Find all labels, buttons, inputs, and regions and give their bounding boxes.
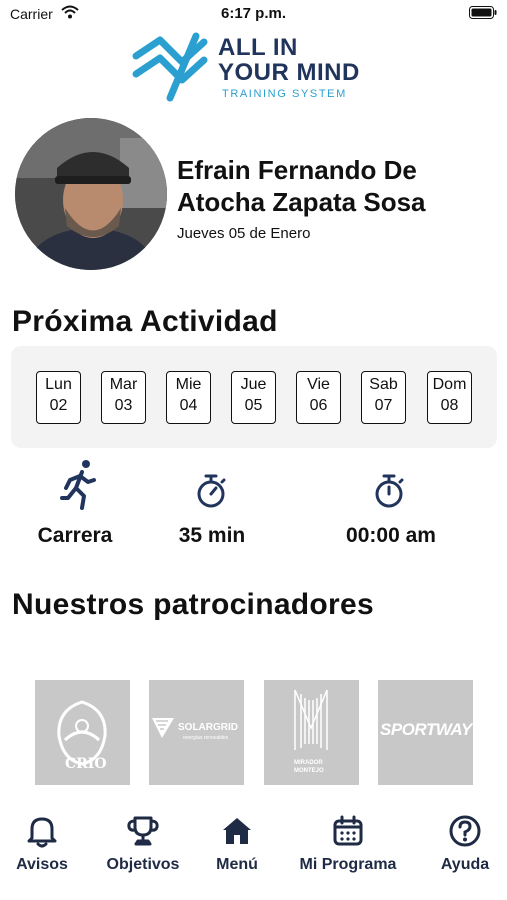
help-icon [449,815,481,847]
sponsor-name: SOLARGRID [178,722,238,733]
calendar-icon [333,815,363,846]
home-icon [223,818,251,844]
tab-avisos[interactable]: Avisos [8,814,76,874]
logo-title-line1: ALL IN [218,34,298,61]
sponsor-name: CRIO [65,756,107,772]
day-name: Dom [432,376,467,393]
profile-date: Jueves 05 de Enero [177,225,311,242]
sponsor-solargrid[interactable]: SOLARGRID energías renovables [149,680,244,785]
day-name: Sab [369,376,398,393]
tab-label: Objetivos [106,856,180,873]
sponsor-tagline: energías renovables [183,735,229,741]
day-number: 06 [309,397,328,414]
status-bar: Carrier 6:17 p.m. [0,0,507,28]
sponsor-mirador-montejo[interactable]: MIRADOR MONTEJO [264,680,359,785]
brand-logo: ALL IN YOUR MIND TRAINING SYSTEM [130,28,380,106]
tab-label: Mi Programa [299,856,397,873]
activity-type: Carrera [37,524,113,547]
runner-icon [60,460,96,510]
logo-subtitle: TRAINING SYSTEM [222,88,347,100]
tab-mi-programa[interactable]: Mi Programa [294,814,402,874]
day-mar[interactable]: Mar 03 [101,371,146,424]
day-name: Lun [45,376,72,393]
day-number: 05 [244,397,263,414]
activity-duration: 35 min [178,524,246,547]
sponsor-crio[interactable]: CRIO [35,680,130,785]
stopwatch-icon [197,474,226,508]
day-dom[interactable]: Dom 08 [427,371,472,424]
logo-mark-icon [132,32,208,102]
sponsor-name-line2: MONTEJO [294,768,324,774]
clock-icon [375,474,404,508]
day-jue[interactable]: Jue 05 [231,371,276,424]
logo-title-line2: YOUR MIND [218,59,360,86]
avatar[interactable] [15,118,167,270]
day-name: Vie [307,376,330,393]
day-name: Jue [240,376,267,393]
sponsor-name: SPORTWAY [380,720,472,739]
tab-label: Avisos [16,856,68,873]
day-number: 08 [440,397,459,414]
next-activity-title: Próxima Actividad [12,305,278,338]
day-name: Mar [109,376,138,393]
day-number: 07 [374,397,393,414]
avatar-photo [15,118,167,270]
day-number: 04 [179,397,198,414]
tab-label: Menú [216,856,258,873]
day-sab[interactable]: Sab 07 [361,371,406,424]
day-mie[interactable]: Mie 04 [166,371,211,424]
sponsor-name: MIRADOR [294,760,323,766]
tab-label: Ayuda [440,856,490,873]
activity-time: 00:00 am [346,524,436,547]
day-number: 03 [114,397,133,414]
day-name: Mie [175,376,202,393]
day-lun[interactable]: Lun 02 [36,371,81,424]
battery-icon [469,6,497,19]
day-vie[interactable]: Vie 06 [296,371,341,424]
mirador-logo-icon [294,689,328,750]
sponsor-sportway[interactable]: SPORTWAY [378,680,473,785]
trophy-icon [127,816,159,846]
tab-objetivos[interactable]: Objetivos [100,814,186,874]
bell-icon [27,817,57,848]
tab-menu[interactable]: Menú [206,814,268,874]
profile-name: Efrain Fernando De Atocha Zapata Sosa [177,154,497,218]
solargrid-logo-icon [152,718,174,738]
tab-ayuda[interactable]: Ayuda [432,814,498,874]
status-time: 6:17 p.m. [220,5,287,22]
day-number: 02 [49,397,68,414]
profile-name-line2: Atocha Zapata Sosa [177,187,426,217]
days-panel: Lun 02 Mar 03 Mie 04 Jue 05 Vie 06 Sab 0… [11,346,497,448]
tab-bar: Avisos Objetivos Menú Mi Programa Ayuda [0,800,507,900]
profile-name-line1: Efrain Fernando De [177,155,417,185]
sponsors-title: Nuestros patrocinadores [12,588,374,621]
